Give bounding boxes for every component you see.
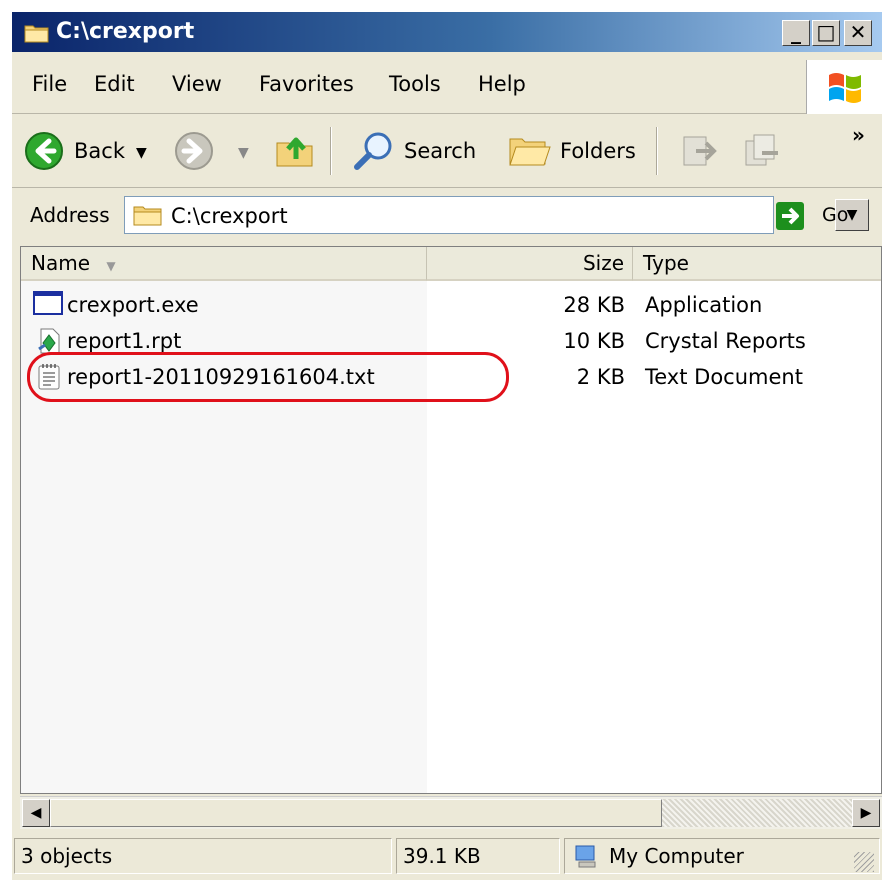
- list-header: Name ▼ Size Type: [21, 247, 881, 281]
- column-header-type-label: Type: [643, 251, 689, 275]
- scroll-left-icon: ◀: [30, 805, 42, 821]
- my-computer-icon: [575, 845, 596, 868]
- folder-icon: [133, 206, 162, 226]
- sort-arrow-icon: ▼: [106, 259, 116, 273]
- address-label: Address: [30, 203, 110, 227]
- crystal-report-icon: [38, 328, 60, 354]
- menu-file[interactable]: File: [32, 72, 67, 96]
- column-header-size[interactable]: Size: [427, 247, 633, 281]
- minimize-button[interactable]: _: [782, 20, 810, 46]
- toolbar-separator: [330, 127, 332, 175]
- file-name: crexport.exe: [67, 293, 199, 317]
- copy-to-icon[interactable]: [742, 131, 782, 171]
- address-value: C:\crexport: [171, 204, 288, 228]
- back-button[interactable]: Back: [74, 139, 125, 163]
- resize-grip[interactable]: [854, 852, 874, 872]
- toolbar-overflow-chevron[interactable]: »: [852, 123, 865, 147]
- minimize-icon: _: [791, 20, 801, 44]
- file-name: report1.rpt: [67, 329, 182, 353]
- scroll-right-button[interactable]: ▶: [852, 799, 880, 827]
- go-button[interactable]: Go: [822, 204, 848, 226]
- scroll-thumb[interactable]: [50, 799, 662, 827]
- menu-favorites[interactable]: Favorites: [259, 72, 354, 96]
- folders-button[interactable]: Folders: [560, 139, 636, 163]
- forward-dropdown-icon[interactable]: ▼: [238, 145, 249, 161]
- scroll-right-icon: ▶: [860, 805, 872, 821]
- title-bar[interactable]: C:\crexport _ □ ✕: [12, 12, 882, 52]
- file-type: Crystal Reports: [645, 329, 806, 353]
- forward-arrow-icon[interactable]: [174, 131, 214, 171]
- close-button[interactable]: ✕: [844, 20, 872, 46]
- file-row-crexport[interactable]: crexport.exe 28 KB Application: [21, 287, 881, 323]
- folders-icon[interactable]: [508, 131, 552, 171]
- menu-tools[interactable]: Tools: [389, 72, 441, 96]
- address-bar: Address C:\crexport ▼ Go: [12, 188, 882, 240]
- status-total-size: 39.1 KB: [396, 838, 560, 874]
- address-input[interactable]: C:\crexport ▼: [124, 196, 869, 234]
- column-header-name-label: Name: [31, 251, 91, 275]
- highlight-annotation: [27, 352, 509, 402]
- scroll-left-button[interactable]: ◀: [22, 799, 50, 827]
- menu-help[interactable]: Help: [478, 72, 526, 96]
- toolbar-separator: [656, 127, 658, 175]
- search-button[interactable]: Search: [404, 139, 476, 163]
- status-location-label: My Computer: [609, 844, 744, 868]
- file-type: Text Document: [645, 365, 803, 389]
- up-folder-icon[interactable]: [274, 129, 316, 171]
- status-bar: 3 objects 39.1 KB My Computer: [12, 832, 882, 880]
- file-size: 28 KB: [563, 293, 625, 317]
- column-header-name[interactable]: Name ▼: [21, 247, 427, 281]
- menu-view[interactable]: View: [172, 72, 222, 96]
- scroll-track[interactable]: [662, 799, 852, 827]
- maximize-icon: □: [816, 20, 836, 44]
- window-title: C:\crexport: [56, 19, 195, 44]
- toolbar: Back ▼ ▼ Search Folders »: [12, 115, 882, 188]
- horizontal-scrollbar[interactable]: ◀ ▶: [20, 796, 882, 829]
- application-icon: [33, 291, 63, 315]
- column-header-type[interactable]: Type: [633, 247, 881, 281]
- back-dropdown-icon[interactable]: ▼: [136, 145, 147, 161]
- menu-bar: File Edit View Favorites Tools Help: [12, 57, 882, 114]
- maximize-button[interactable]: □: [812, 20, 840, 46]
- close-icon: ✕: [849, 20, 867, 44]
- file-list[interactable]: Name ▼ Size Type crexport.exe 28 KB Appl…: [20, 246, 882, 794]
- windows-flag-icon: [829, 73, 861, 103]
- windows-logo: [806, 60, 882, 114]
- status-object-count: 3 objects: [14, 838, 392, 874]
- back-arrow-icon[interactable]: [24, 131, 64, 171]
- file-type: Application: [645, 293, 763, 317]
- folder-icon: [24, 25, 49, 43]
- menu-edit[interactable]: Edit: [94, 72, 135, 96]
- go-arrow-icon[interactable]: [776, 202, 804, 230]
- column-header-size-label: Size: [582, 251, 624, 275]
- search-icon[interactable]: [352, 129, 396, 173]
- file-size: 10 KB: [563, 329, 625, 353]
- explorer-window: C:\crexport _ □ ✕ File Edit View Favorit…: [12, 12, 882, 880]
- status-location: My Computer: [564, 838, 880, 874]
- move-to-icon[interactable]: [678, 131, 718, 171]
